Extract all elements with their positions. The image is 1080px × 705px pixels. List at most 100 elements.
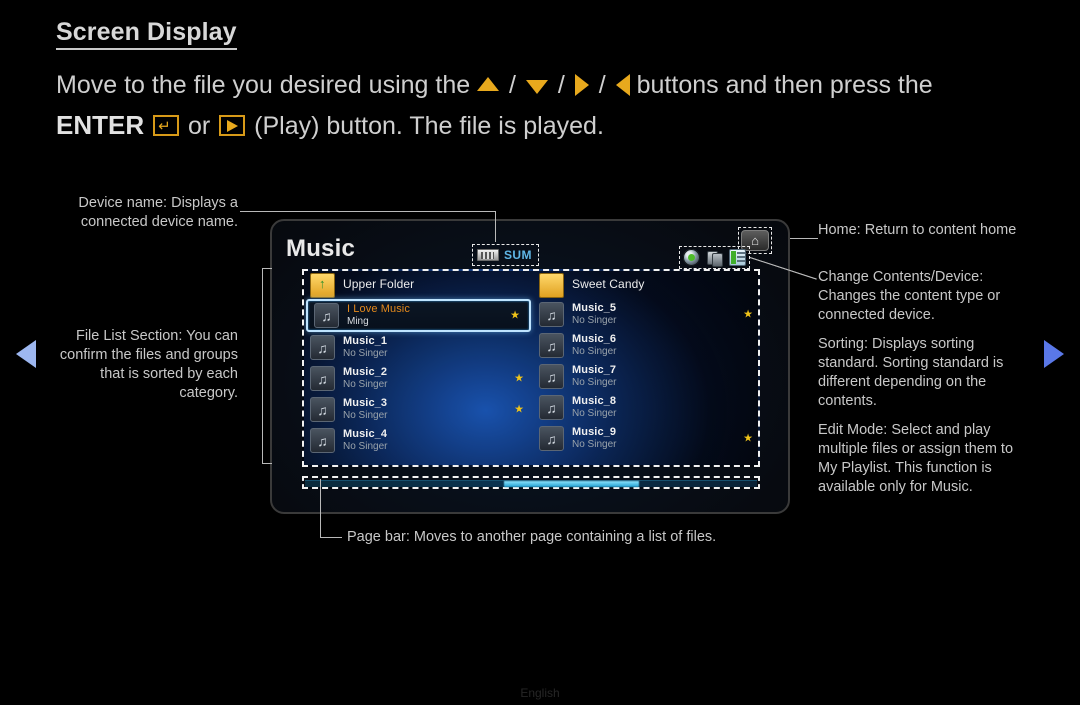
music-note-icon: ♫ (539, 333, 564, 358)
next-page-arrow-icon[interactable] (1044, 340, 1064, 368)
footer-language: English (520, 686, 560, 700)
music-list-item[interactable]: ♫ Music_9 No Singer ★ (533, 423, 758, 454)
folder-list-item[interactable]: Upper Folder (304, 271, 533, 299)
device-name-label: SUM (504, 248, 532, 262)
callout-edit-mode: Edit Mode: Select and play multiple file… (818, 422, 1014, 495)
folder-list-item[interactable]: Sweet Candy (533, 271, 758, 299)
enter-label: ENTER (56, 110, 145, 140)
list-item-text: Music_8 No Singer (572, 395, 616, 419)
favorite-star-icon: ★ (514, 372, 524, 384)
usb-device-icon (477, 249, 499, 261)
music-list-item[interactable]: ♫ Music_1 No Singer (304, 332, 533, 363)
device-name-badge: SUM (472, 244, 539, 266)
music-note-glyph: ♫ (317, 339, 328, 356)
music-list-item[interactable]: ♫ Music_8 No Singer (533, 392, 758, 423)
leader-line-device-vertical (495, 211, 496, 242)
list-item-text: Music_4 No Singer (343, 428, 387, 452)
enter-key-icon: ↵ (153, 114, 180, 136)
list-item-title: Music_4 (343, 428, 388, 441)
list-item-text: Music_9 No Singer (572, 426, 616, 450)
separator-3: / (598, 71, 606, 99)
favorite-star-icon: ★ (743, 432, 753, 444)
music-list-item[interactable]: ♫ Music_2 No Singer ★ (304, 363, 533, 394)
tool-icons-group (679, 246, 750, 269)
music-note-glyph: ♫ (546, 399, 557, 416)
callout-change-contents: Change Contents/Device: Changes the cont… (818, 269, 1001, 323)
list-item-title: Music_7 (572, 364, 617, 377)
music-list-item[interactable]: ♫ Music_5 No Singer ★ (533, 299, 758, 330)
leader-bracket-filelist-bottom (262, 463, 272, 464)
leader-bracket-filelist-top (262, 268, 272, 269)
music-note-icon: ♫ (310, 335, 335, 360)
music-note-glyph: ♫ (317, 370, 328, 387)
folder-icon (539, 272, 564, 298)
page-title-underline (56, 48, 237, 50)
leader-line-home (790, 238, 818, 239)
callout-home: Home: Return to content home (818, 222, 1017, 238)
separator-1: / (509, 71, 516, 99)
callout-sorting: Sorting: Displays sorting standard. Sort… (818, 336, 1004, 409)
music-note-glyph: ♫ (546, 337, 557, 354)
favorite-star-icon: ★ (510, 309, 520, 321)
music-list-item[interactable]: ♫ Music_4 No Singer (304, 425, 533, 456)
music-note-glyph: ♫ (321, 307, 332, 324)
music-list-item[interactable]: ♫ I Love Music Ming ★ (306, 299, 531, 332)
list-item-title: I Love Music (347, 303, 410, 316)
list-item-text: Music_6 No Singer (572, 333, 616, 357)
list-item-text: Sweet Candy (572, 277, 645, 292)
callout-page-bar: Page bar: Moves to another page containi… (347, 529, 717, 545)
left-arrow-icon (615, 74, 630, 97)
file-list-left-column: Upper Folder♫I Love MusicMing★♫Music_1No… (304, 271, 533, 465)
tv-screen-mockup: Music SUM ⌂ Upper Folder ♫ I Love MusicMin… (270, 219, 790, 514)
list-item-title: Music_5 (572, 302, 617, 315)
list-item-subtitle: No Singer (343, 379, 388, 391)
list-item-subtitle: No Singer (572, 377, 617, 389)
edit-mode-icon[interactable] (729, 249, 746, 266)
music-note-glyph: ♫ (317, 432, 328, 449)
music-note-icon: ♫ (539, 302, 564, 327)
favorite-star-icon: ★ (743, 308, 753, 320)
list-item-subtitle: No Singer (343, 441, 388, 453)
list-item-text: Music_2 No Singer (343, 366, 387, 390)
list-item-title: Sweet Candy (572, 277, 645, 292)
up-arrow-icon (477, 77, 500, 92)
play-key-icon (219, 114, 246, 136)
instructions-block: Move to the file you desired using the /… (56, 65, 1016, 146)
instruction-line-2: ENTER ↵ or (Play) button. The file is pl… (56, 105, 1016, 146)
leader-line-device-horizontal (240, 211, 495, 212)
music-list-item[interactable]: ♫ Music_7 No Singer (533, 361, 758, 392)
sorting-icon[interactable] (706, 249, 723, 267)
music-list-item[interactable]: ♫ Music_6 No Singer (533, 330, 758, 361)
list-item-text: Music_5 No Singer (572, 302, 616, 326)
play-triangle-glyph (227, 119, 239, 132)
change-contents-device-icon[interactable] (683, 249, 700, 266)
music-list-item[interactable]: ♫ Music_3 No Singer ★ (304, 394, 533, 425)
list-item-title: Music_3 (343, 397, 388, 410)
list-item-subtitle: No Singer (572, 315, 617, 327)
page-bar[interactable] (302, 476, 760, 489)
list-item-subtitle: No Singer (343, 410, 388, 422)
separator-2: / (557, 71, 565, 99)
music-note-icon: ♫ (539, 426, 564, 451)
list-item-title: Music_9 (572, 426, 617, 439)
list-item-subtitle: No Singer (343, 348, 388, 360)
home-icon: ⌂ (751, 233, 759, 248)
callout-device-name: Device name: Displays a connected device… (78, 195, 238, 230)
file-list-right-column: Sweet Candy ♫ Music_5 No Singer ★ ♫ Music_6 No … (533, 271, 758, 465)
list-item-subtitle: No Singer (572, 408, 617, 420)
list-item-text: Music_3 No Singer (343, 397, 387, 421)
list-item-title: Music_1 (343, 335, 388, 348)
music-note-icon: ♫ (310, 428, 335, 453)
prev-page-arrow-icon[interactable] (16, 340, 36, 368)
music-note-icon: ♫ (310, 366, 335, 391)
list-item-subtitle: Ming (347, 316, 369, 328)
favorite-star-icon: ★ (514, 403, 524, 415)
instruction-line-1-text-b: buttons and then press the (636, 71, 933, 99)
list-item-subtitle: No Singer (572, 439, 617, 451)
file-list-section: Upper Folder♫I Love MusicMing★♫Music_1No… (302, 269, 760, 467)
enter-return-glyph: ↵ (158, 117, 171, 135)
page-bar-thumb[interactable] (503, 481, 640, 487)
leader-line-pagebar-vertical (320, 479, 321, 537)
list-item-title: Music_2 (343, 366, 388, 379)
music-note-glyph: ♫ (546, 306, 557, 323)
